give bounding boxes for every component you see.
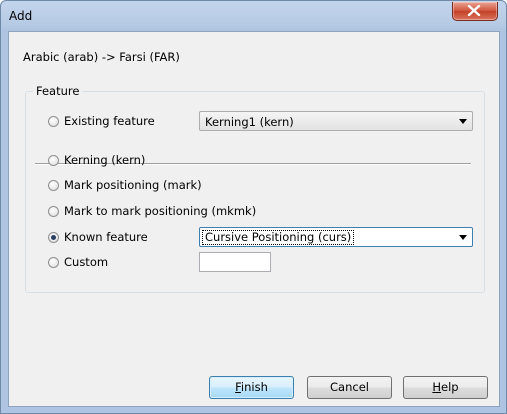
known-feature-option[interactable]: Known feature bbox=[48, 230, 148, 244]
finish-label: inish bbox=[240, 380, 268, 394]
mark-to-mark-radio[interactable] bbox=[48, 205, 59, 217]
mark-positioning-label: Mark positioning (mark) bbox=[64, 178, 202, 192]
close-icon bbox=[467, 5, 481, 16]
known-feature-label: Known feature bbox=[64, 230, 148, 244]
mark-to-mark-label: Mark to mark positioning (mkmk) bbox=[64, 204, 257, 218]
existing-feature-label: Existing feature bbox=[64, 114, 155, 128]
existing-feature-option[interactable]: Existing feature bbox=[48, 114, 155, 128]
help-mnemonic: H bbox=[432, 380, 442, 394]
dropdown-arrow-icon bbox=[459, 235, 467, 240]
custom-feature-input[interactable] bbox=[199, 252, 271, 272]
custom-radio[interactable] bbox=[48, 256, 59, 268]
custom-option[interactable]: Custom bbox=[48, 255, 108, 269]
kerning-radio[interactable] bbox=[48, 154, 59, 166]
help-button[interactable]: Help bbox=[403, 376, 488, 399]
feature-group-label: Feature bbox=[33, 84, 83, 98]
existing-feature-value: Kerning1 (kern) bbox=[205, 115, 294, 129]
cancel-label: Cancel bbox=[330, 380, 369, 394]
existing-feature-radio[interactable] bbox=[48, 115, 59, 127]
add-dialog-window: Add Arabic (arab) -> Farsi (FAR) Feature… bbox=[0, 0, 507, 414]
mark-positioning-option[interactable]: Mark positioning (mark) bbox=[48, 178, 202, 192]
kerning-option[interactable]: Kerning (kern) bbox=[48, 153, 145, 167]
known-feature-radio[interactable] bbox=[48, 231, 59, 243]
mark-positioning-radio[interactable] bbox=[48, 179, 59, 191]
finish-button[interactable]: Finish bbox=[209, 376, 294, 399]
script-language-label: Arabic (arab) -> Farsi (FAR) bbox=[23, 50, 180, 64]
known-feature-value: Cursive Positioning (curs) bbox=[202, 230, 355, 245]
existing-feature-dropdown[interactable]: Kerning1 (kern) bbox=[199, 111, 473, 131]
dropdown-arrow-icon bbox=[459, 119, 467, 124]
close-button[interactable] bbox=[452, 2, 498, 21]
title-bar[interactable]: Add bbox=[1, 1, 506, 31]
cancel-button[interactable]: Cancel bbox=[307, 376, 392, 399]
known-feature-dropdown[interactable]: Cursive Positioning (curs) bbox=[199, 227, 473, 247]
help-label: elp bbox=[441, 380, 459, 394]
mark-to-mark-option[interactable]: Mark to mark positioning (mkmk) bbox=[48, 204, 256, 218]
window-title: Add bbox=[9, 9, 33, 23]
custom-label: Custom bbox=[64, 255, 109, 269]
kerning-label: Kerning (kern) bbox=[64, 153, 146, 167]
dialog-client-area: Arabic (arab) -> Farsi (FAR) Feature Exi… bbox=[8, 31, 500, 407]
